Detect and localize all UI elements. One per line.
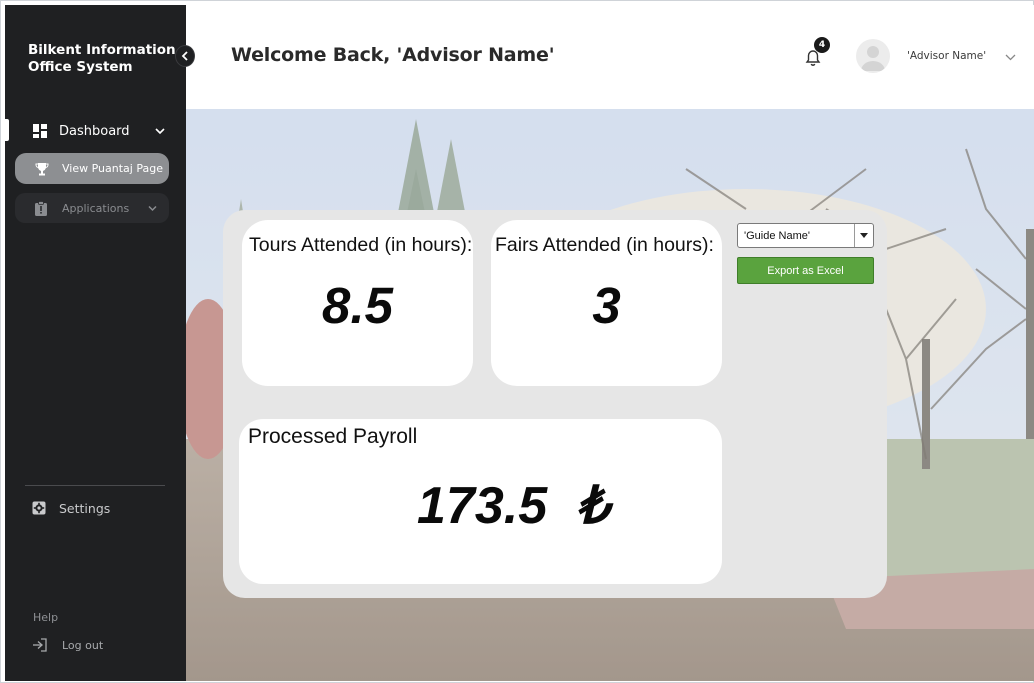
- logout-label: Log out: [62, 638, 104, 652]
- sidebar-item-settings[interactable]: Settings: [32, 498, 110, 518]
- sidebar-item-label: Settings: [59, 500, 111, 516]
- dashboard-grid-icon: [33, 124, 47, 138]
- dropdown-arrow-icon[interactable]: [854, 224, 873, 247]
- trophy-icon: [35, 162, 49, 175]
- logout-button[interactable]: Log out: [32, 636, 103, 654]
- processed-payroll-value: 173.5 ₺: [417, 477, 610, 535]
- processed-payroll-label: Processed Payroll: [248, 425, 418, 448]
- processed-payroll-card: Processed Payroll 173.5 ₺: [239, 419, 722, 584]
- active-indicator: [5, 119, 9, 141]
- help-link[interactable]: Help: [33, 611, 58, 624]
- chevron-left-icon: [181, 51, 188, 61]
- sidebar-item-view-puantaj[interactable]: View Puantaj Page: [15, 153, 169, 184]
- user-avatar-icon[interactable]: [856, 39, 890, 73]
- app-brand: Bilkent Information Office System: [28, 42, 176, 75]
- sidebar-collapse-button[interactable]: [175, 45, 195, 67]
- sidebar-item-label: Applications: [62, 201, 130, 215]
- top-header: Welcome Back, 'Advisor Name' 4 'Advisor …: [186, 5, 1034, 109]
- tours-attended-card: Tours Attended (in hours): 8.5: [242, 220, 473, 386]
- fairs-attended-card: Fairs Attended (in hours): 3: [491, 220, 722, 386]
- sidebar: Bilkent Information Office System Dashbo…: [5, 5, 186, 681]
- notification-badge: 4: [814, 37, 830, 53]
- fairs-attended-label: Fairs Attended (in hours):: [495, 234, 714, 256]
- sidebar-item-applications[interactable]: Applications: [15, 193, 169, 223]
- chevron-down-icon[interactable]: [1005, 54, 1016, 61]
- fairs-attended-value: 3: [592, 277, 621, 334]
- guide-select-value: 'Guide Name': [744, 230, 810, 242]
- tours-attended-label: Tours Attended (in hours):: [249, 234, 473, 256]
- chevron-down-icon: [148, 205, 157, 211]
- gear-icon: [32, 501, 46, 515]
- app-window: Bilkent Information Office System Dashbo…: [0, 0, 1034, 683]
- sidebar-item-dashboard[interactable]: Dashboard: [33, 119, 165, 143]
- tours-attended-value: 8.5: [322, 277, 393, 334]
- sidebar-item-label: View Puantaj Page: [62, 162, 163, 175]
- logout-icon: [33, 638, 47, 652]
- sidebar-item-label: Dashboard: [59, 123, 130, 139]
- export-excel-button[interactable]: Export as Excel: [737, 257, 874, 284]
- guide-name-select[interactable]: 'Guide Name': [737, 223, 874, 248]
- sidebar-divider: [25, 485, 165, 486]
- clipboard-alert-icon: [35, 200, 47, 216]
- page-title: Welcome Back, 'Advisor Name': [231, 44, 555, 66]
- chevron-down-icon: [155, 128, 165, 135]
- user-name[interactable]: 'Advisor Name': [907, 50, 986, 62]
